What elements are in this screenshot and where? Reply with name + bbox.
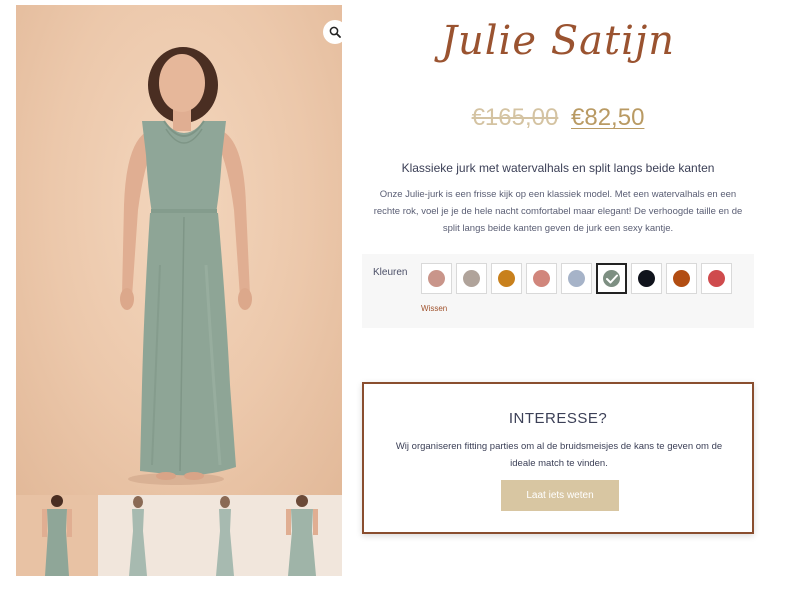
original-price: €165,00	[471, 104, 559, 131]
thumbnail-strip	[16, 495, 342, 576]
color-dot	[498, 270, 515, 287]
color-dot	[533, 270, 550, 287]
color-swatch[interactable]	[596, 263, 627, 294]
model-in-dress-photo	[120, 47, 252, 485]
thumbnail-image	[216, 496, 234, 576]
interest-box: INTERESSE? Wij organiseren fitting parti…	[362, 382, 754, 534]
color-swatch[interactable]	[561, 263, 592, 294]
zoom-button[interactable]	[323, 20, 342, 44]
product-title: Julie Satijn	[440, 18, 676, 64]
contact-button[interactable]: Laat iets weten	[501, 480, 619, 511]
thumbnail-side-left[interactable]	[97, 495, 179, 576]
thumbnail-side-right[interactable]	[179, 495, 261, 576]
color-swatch-list	[421, 263, 732, 294]
sale-price: €82,50	[571, 104, 645, 131]
interest-heading: INTERESSE?	[508, 410, 608, 427]
thumbnail-image	[285, 495, 318, 576]
color-label: Kleuren	[373, 267, 408, 278]
thumbnail-image	[128, 496, 147, 576]
thumbnail-front[interactable]	[16, 495, 98, 576]
color-swatch[interactable]	[526, 263, 557, 294]
interest-text: Wij organiseren fitting parties om al de…	[395, 441, 723, 469]
thumbnail-image	[42, 495, 72, 576]
color-swatch[interactable]	[491, 263, 522, 294]
color-dot	[638, 270, 655, 287]
color-dot	[673, 270, 690, 287]
color-dot	[708, 270, 725, 287]
color-swatch[interactable]	[666, 263, 697, 294]
thumbnail-back[interactable]	[260, 495, 342, 576]
color-dot	[463, 270, 480, 287]
magnifier-icon	[329, 26, 341, 38]
color-swatch[interactable]	[456, 263, 487, 294]
checkmark-icon	[605, 274, 618, 283]
price-block: €165,00 €82,50	[362, 104, 754, 132]
clear-selection-link[interactable]: Wissen	[421, 304, 447, 313]
product-main-image[interactable]	[16, 5, 342, 495]
color-variations: Kleuren Wissen	[362, 254, 754, 328]
color-dot	[603, 270, 620, 287]
color-swatch[interactable]	[631, 263, 662, 294]
color-dot	[568, 270, 585, 287]
color-swatch[interactable]	[421, 263, 452, 294]
color-dot	[428, 270, 445, 287]
color-swatch[interactable]	[701, 263, 732, 294]
product-description: Onze Julie-jurk is een frisse kijk op ee…	[373, 189, 743, 234]
product-subtitle: Klassieke jurk met watervalhals en split…	[401, 161, 715, 175]
